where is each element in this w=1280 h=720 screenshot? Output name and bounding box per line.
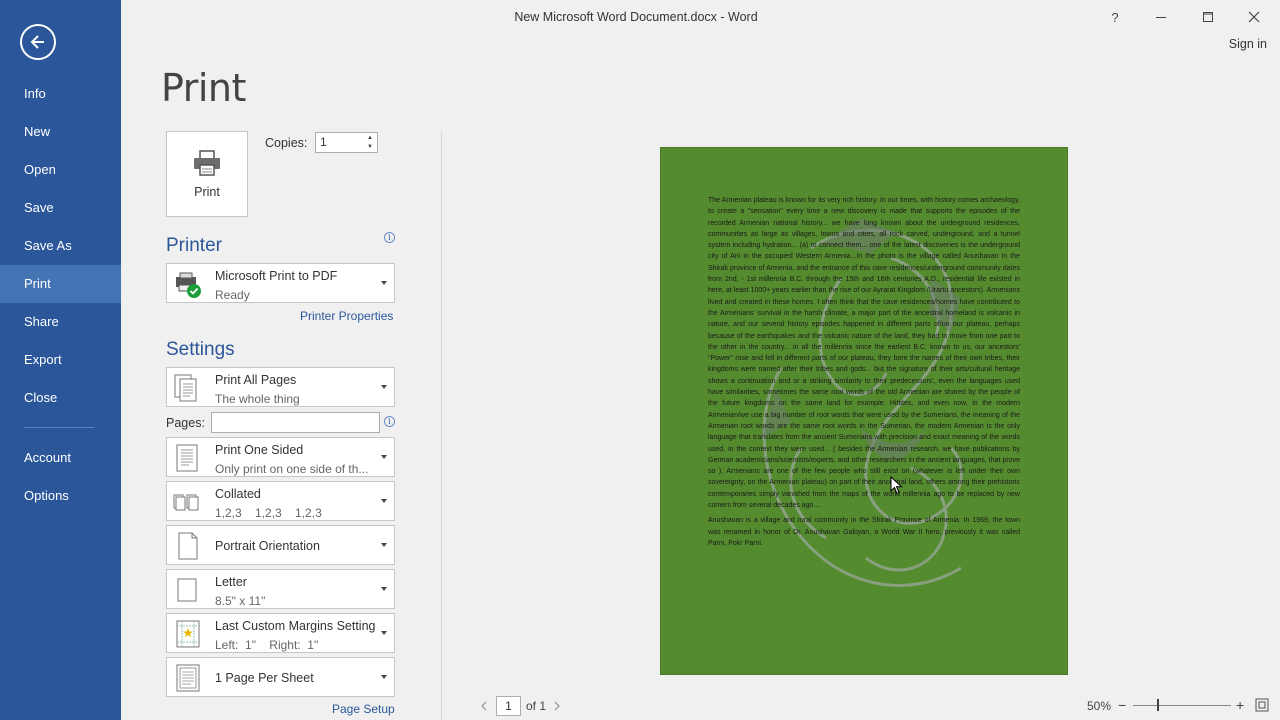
maximize-button[interactable] <box>1196 6 1220 28</box>
portrait-page-icon <box>178 532 198 560</box>
print-range-dropdown[interactable]: Print All Pages The whole thing <box>166 367 395 407</box>
copies-stepper[interactable]: 1 ▲ ▼ <box>315 132 378 153</box>
custom-margins-icon <box>176 620 200 648</box>
single-page-icon <box>176 664 200 692</box>
printer-ready-icon <box>176 272 201 298</box>
collation-dropdown[interactable]: Collated 1,2,3 1,2,3 1,2,3 <box>166 481 395 521</box>
printer-status: Ready <box>215 288 250 302</box>
printer-heading: Printer <box>166 235 222 256</box>
preview-document-text: The Armenian plateau is known for its ve… <box>708 195 1020 553</box>
collation-title: Collated <box>215 487 261 501</box>
panel-divider <box>441 131 442 720</box>
nav-divider <box>24 427 94 428</box>
chevron-down-icon <box>381 385 387 389</box>
chevron-down-icon <box>381 675 387 679</box>
zoom-percent[interactable]: 50% <box>1087 699 1111 713</box>
sides-subtitle: Only print on one side of th... <box>215 462 369 476</box>
printer-name: Microsoft Print to PDF <box>215 269 338 283</box>
paper-size-dropdown[interactable]: Letter 8.5" x 11" <box>166 569 395 609</box>
pages-per-sheet-dropdown[interactable]: 1 Page Per Sheet <box>166 657 395 697</box>
next-page-icon[interactable] <box>553 701 561 711</box>
mouse-cursor-icon <box>890 476 903 495</box>
paper-size-subtitle: 8.5" x 11" <box>215 594 266 608</box>
margins-title: Last Custom Margins Setting <box>215 619 376 633</box>
orientation-dropdown[interactable]: Portrait Orientation <box>166 525 395 565</box>
collated-pages-icon <box>173 494 199 511</box>
page-setup-link[interactable]: Page Setup <box>332 702 395 716</box>
margins-subtitle: Left: 1" Right: 1" <box>215 638 319 652</box>
pages-stack-icon <box>174 374 197 402</box>
nav-export[interactable]: Export <box>0 341 121 379</box>
zoom-in-button[interactable]: + <box>1236 697 1244 713</box>
backstage-sidebar: Info New Open Save Save As Print Share E… <box>0 0 121 720</box>
chevron-down-icon <box>381 543 387 547</box>
copies-value: 1 <box>320 135 327 149</box>
copies-label: Copies: <box>265 136 308 150</box>
nav-open[interactable]: Open <box>0 151 121 189</box>
help-button[interactable]: ? <box>1103 6 1127 28</box>
page-title: Print <box>161 66 246 110</box>
printer-icon <box>194 150 220 176</box>
chevron-down-icon <box>381 631 387 635</box>
settings-heading: Settings <box>166 339 235 360</box>
preview-footer <box>442 693 1280 720</box>
sides-title: Print One Sided <box>215 443 304 457</box>
nav-save-as[interactable]: Save As <box>0 227 121 265</box>
margins-dropdown[interactable]: Last Custom Margins Setting Left: 1" Rig… <box>166 613 395 653</box>
paper-size-title: Letter <box>215 575 247 589</box>
back-button[interactable] <box>20 24 56 60</box>
zoom-out-button[interactable]: − <box>1118 697 1126 713</box>
chevron-down-icon <box>381 455 387 459</box>
chevron-down-icon <box>381 499 387 503</box>
chevron-down-icon <box>381 281 387 285</box>
print-button[interactable]: Print <box>166 131 248 217</box>
preview-paragraph-1: The Armenian plateau is known for its ve… <box>708 197 1020 510</box>
window-title: New Microsoft Word Document.docx - Word <box>514 10 758 24</box>
printer-dropdown[interactable]: Microsoft Print to PDF Ready <box>166 263 395 303</box>
printer-properties-link[interactable]: Printer Properties <box>300 309 393 323</box>
print-range-title: Print All Pages <box>215 373 297 387</box>
preview-paragraph-2: Anushavan is a village and rural communi… <box>708 517 1020 547</box>
minimize-button[interactable] <box>1149 6 1173 28</box>
printer-info-icon[interactable]: i <box>384 232 395 243</box>
page-count-label: of 1 <box>526 699 547 713</box>
maximize-icon <box>1203 12 1213 22</box>
chevron-down-icon <box>381 587 387 591</box>
nav-share[interactable]: Share <box>0 303 121 341</box>
close-icon <box>1248 11 1260 23</box>
one-sided-page-icon <box>176 444 198 472</box>
nav-close[interactable]: Close <box>0 379 121 417</box>
sides-dropdown[interactable]: Print One Sided Only print on one side o… <box>166 437 395 477</box>
pages-input[interactable] <box>211 412 380 433</box>
nav-new[interactable]: New <box>0 113 121 151</box>
nav-print[interactable]: Print <box>0 265 121 303</box>
back-arrow-icon <box>30 35 44 49</box>
pages-label: Pages: <box>166 416 205 430</box>
copies-down-arrow-icon[interactable]: ▼ <box>365 143 375 151</box>
paper-size-icon <box>177 578 197 602</box>
sign-in-link[interactable]: Sign in <box>1229 37 1267 51</box>
print-preview-page: The Armenian plateau is known for its ve… <box>660 147 1068 675</box>
nav-options[interactable]: Options <box>0 477 121 515</box>
close-window-button[interactable] <box>1242 6 1266 28</box>
pages-info-icon[interactable]: i <box>384 416 395 427</box>
orientation-title: Portrait Orientation <box>215 539 320 553</box>
minimize-icon <box>1156 17 1166 18</box>
page-number-input[interactable]: 1 <box>496 696 521 716</box>
zoom-slider-thumb[interactable] <box>1157 699 1159 711</box>
nav-save[interactable]: Save <box>0 189 121 227</box>
nav-account[interactable]: Account <box>0 439 121 477</box>
collation-subtitle: 1,2,3 1,2,3 1,2,3 <box>215 506 322 520</box>
previous-page-icon[interactable] <box>480 701 488 711</box>
zoom-slider[interactable] <box>1133 705 1231 706</box>
pages-per-sheet-title: 1 Page Per Sheet <box>215 671 314 685</box>
print-range-subtitle: The whole thing <box>215 392 300 406</box>
print-button-label: Print <box>194 185 220 199</box>
zoom-to-page-icon[interactable] <box>1255 698 1269 712</box>
nav-info[interactable]: Info <box>0 75 121 113</box>
